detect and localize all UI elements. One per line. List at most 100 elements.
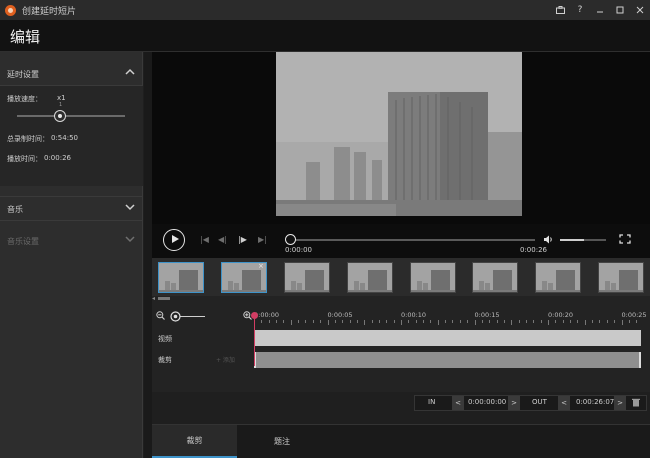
app-logo-icon: [5, 4, 16, 16]
ruler-tick: [371, 320, 373, 323]
total-time-value: 0:54:50: [51, 134, 78, 142]
ruler-tick: [481, 320, 483, 323]
ruler-tick: [334, 320, 336, 323]
ruler-tick: [401, 320, 402, 325]
tab-trim[interactable]: 裁剪: [152, 425, 237, 458]
zoom-out-icon[interactable]: [156, 311, 165, 320]
ruler-tick: [628, 320, 630, 323]
skip-start-icon[interactable]: |◀: [200, 235, 209, 244]
out-time[interactable]: 0:00:26:07: [576, 398, 614, 406]
thumbnail[interactable]: [410, 262, 456, 293]
timelapse-section-title: 延时设置: [7, 69, 39, 79]
header-bar: 编辑: [0, 20, 650, 52]
ruler-tick: [555, 320, 557, 323]
step-back-icon[interactable]: ◀|: [218, 235, 227, 244]
ruler-tick: [320, 320, 322, 323]
speed-value: x1: [57, 94, 66, 102]
minimize-icon[interactable]: [590, 0, 610, 20]
ruler-tick: [312, 320, 314, 323]
ruler-tick: [518, 320, 520, 323]
ruler-tick: [305, 320, 307, 323]
zoom-slider[interactable]: [170, 311, 206, 322]
speed-slider-tick: 1: [59, 102, 63, 108]
close-icon[interactable]: [630, 0, 650, 20]
page-title: 编辑: [10, 28, 41, 46]
timelapse-section-header[interactable]: 延时设置: [0, 63, 143, 85]
play-time-value: 0:00:26: [44, 154, 71, 162]
ruler-tick: [423, 320, 425, 323]
scrollbar-thumb[interactable]: [158, 297, 170, 300]
ruler-tick: [393, 320, 395, 323]
divider: [0, 196, 143, 197]
ruler-tick: [533, 320, 535, 323]
fullscreen-icon[interactable]: [619, 234, 631, 244]
scrubber-knob[interactable]: [285, 234, 296, 245]
playback-scrubber[interactable]: [290, 239, 535, 241]
ruler-tick: [525, 320, 527, 323]
ruler-tick: [540, 320, 542, 323]
ruler-tick: [599, 320, 601, 323]
speed-slider-thumb[interactable]: [54, 110, 66, 122]
clip-track-range[interactable]: [254, 352, 641, 368]
playhead-handle[interactable]: [251, 312, 258, 319]
ruler-tick: [570, 320, 572, 323]
ruler-tick: [467, 320, 469, 323]
ruler-tick: [489, 320, 491, 323]
ruler-tick: [621, 320, 623, 325]
ruler-tick: [636, 320, 638, 323]
ruler-tick: [459, 320, 461, 323]
thumbnail[interactable]: [158, 262, 204, 293]
help-icon[interactable]: ?: [570, 0, 590, 20]
ruler-tick: [268, 320, 270, 323]
in-next-icon[interactable]: >: [508, 396, 520, 410]
in-time[interactable]: 0:00:00:00: [468, 398, 506, 406]
thumbnail[interactable]: [598, 262, 644, 293]
ruler-tick: [452, 320, 454, 323]
ruler-tick: [349, 320, 351, 323]
ruler-tick: [283, 320, 285, 323]
step-forward-icon[interactable]: |▶: [238, 235, 247, 244]
out-next-icon[interactable]: >: [614, 396, 626, 410]
ruler-tick: [430, 320, 432, 323]
ruler-tick: [584, 320, 586, 325]
end-time: 0:00:26: [520, 246, 547, 254]
out-label: OUT: [532, 398, 547, 406]
video-track-clip[interactable]: [254, 330, 641, 346]
volume-icon[interactable]: [543, 235, 553, 244]
ruler-tick: [415, 320, 417, 323]
ruler-tick: [342, 320, 344, 323]
ruler-tick: [437, 320, 439, 325]
divider: [0, 220, 143, 221]
scroll-left-icon[interactable]: ◂: [152, 295, 155, 302]
title-bar: 创建延时短片 ?: [0, 0, 650, 20]
in-prev-icon[interactable]: <: [452, 396, 464, 410]
window-title: 创建延时短片: [22, 6, 77, 17]
ruler-tick: [503, 320, 505, 323]
thumbnail[interactable]: [347, 262, 393, 293]
add-clip-label[interactable]: + 添加: [216, 355, 235, 364]
ruler-tick: [606, 320, 608, 323]
ruler-tick: [577, 320, 579, 323]
skip-end-icon[interactable]: ▶|: [258, 235, 267, 244]
tab-captions[interactable]: 题注: [237, 425, 327, 458]
trash-icon[interactable]: [632, 398, 640, 407]
playhead[interactable]: [254, 314, 255, 366]
out-prev-icon[interactable]: <: [558, 396, 570, 410]
ruler-tick: [592, 320, 594, 323]
play-time-label: 播放时间：: [7, 155, 42, 163]
maximize-icon[interactable]: [610, 0, 630, 20]
ruler-tick: [261, 320, 263, 323]
play-button[interactable]: [163, 229, 185, 251]
ruler-label: 0:00:25: [621, 311, 647, 319]
speed-slider-track[interactable]: [17, 115, 125, 117]
thumbnail-close-icon[interactable]: ×: [258, 262, 264, 270]
ruler-tick: [386, 320, 388, 323]
thumbnail[interactable]: [535, 262, 581, 293]
video-track-label: 视频: [158, 335, 172, 343]
thumbnail[interactable]: [284, 262, 330, 293]
toolbox-icon[interactable]: [550, 0, 570, 20]
music-section-header[interactable]: 音乐: [0, 198, 143, 220]
thumbnail[interactable]: [472, 262, 518, 293]
music-settings-section-header: 音乐设置: [0, 230, 143, 252]
ruler-tick: [614, 320, 616, 323]
